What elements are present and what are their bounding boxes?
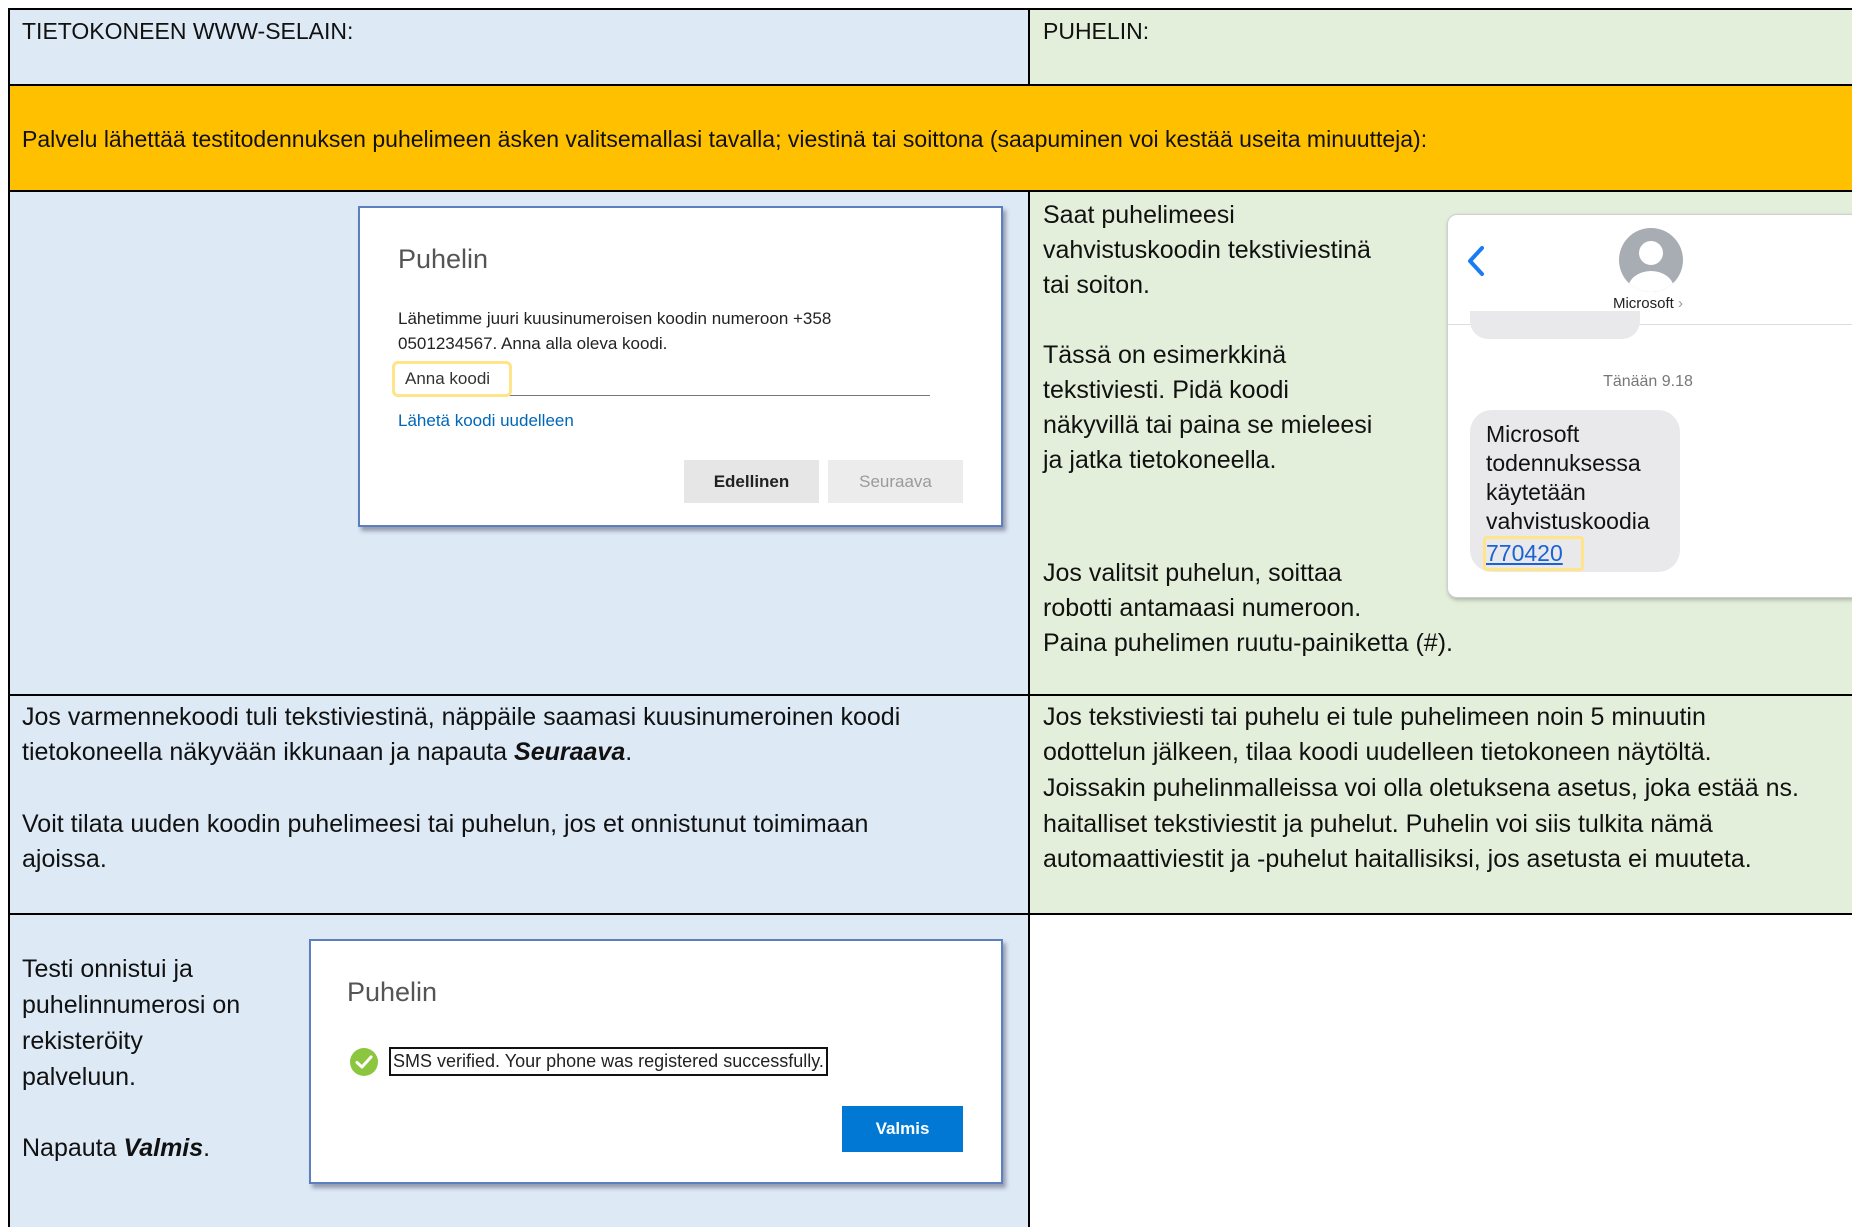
sender-name: Microsoft: [1612, 295, 1674, 312]
done-button[interactable]: Valmis: [842, 1106, 963, 1152]
back-button[interactable]: Edellinen: [684, 460, 819, 503]
next-button[interactable]: Seuraava: [828, 460, 963, 503]
left-instruction-p1-line2: tietokoneella näkyvään ikkunaan ja napau…: [22, 735, 632, 770]
dialog-message-line2: 0501234567. Anna alla oleva koodi.: [398, 334, 668, 353]
dialog-title: Puhelin: [398, 244, 489, 274]
phone-header: PUHELIN:: [1043, 18, 1150, 44]
sms-timestamp: Tänään 9.18: [1603, 373, 1693, 390]
header-right-cell: [1030, 10, 1852, 84]
success-line: Testi onnistui ja: [22, 955, 193, 983]
banner-text: Palvelu lähettää testitodennuksen puheli…: [22, 126, 1428, 152]
right-instruction-line: odottelun jälkeen, tilaa koodi uudelleen…: [1043, 738, 1712, 766]
tap-done-instruction: Napauta Valmis.: [22, 1131, 210, 1166]
instruction-line: robotti antamaasi numeroon.: [1043, 594, 1362, 622]
instruction-line: vahvistuskoodin tekstiviestinä: [1043, 236, 1371, 264]
sms-line: käytetään: [1486, 479, 1586, 505]
instruction-line: tai soiton.: [1043, 271, 1151, 299]
check-circle-icon: [349, 1047, 379, 1082]
table-border-left: [8, 8, 10, 1227]
sms-screenshot: Microsoft › Tänään 9.18 Microsoft todenn…: [1447, 214, 1852, 598]
right-instruction-line: Joissakin puhelinmalleissa voi olla olet…: [1043, 774, 1799, 802]
sms-line: Microsoft: [1486, 421, 1580, 447]
left-instruction-p2-line2: ajoissa.: [22, 845, 107, 873]
browser-header: TIETOKONEEN WWW-SELAIN:: [22, 18, 354, 44]
right-instruction-line: haitalliset tekstiviestit ja puhelut. Pu…: [1043, 810, 1713, 838]
instruction-line: Tässä on esimerkkinä: [1043, 341, 1287, 369]
table-border: [9, 84, 1852, 86]
left-instruction-p2-line1: Voit tilata uuden koodin puhelimeesi tai…: [22, 810, 869, 838]
table-border: [9, 913, 1852, 915]
sms-sender[interactable]: Microsoft ›: [1448, 295, 1848, 312]
instruction-line: Saat puhelimeesi: [1043, 201, 1235, 229]
success-line: rekisteröity: [22, 1027, 143, 1055]
success-dialog: Puhelin SMS verified. Your phone was reg…: [309, 939, 1003, 1184]
table-border-middle: [1028, 8, 1030, 86]
success-line: palveluun.: [22, 1063, 136, 1091]
sms-bubble: Microsoft todennuksessa käytetään vahvis…: [1470, 410, 1680, 572]
code-input-placeholder[interactable]: Anna koodi: [392, 361, 512, 397]
chevron-right-icon: ›: [1673, 295, 1683, 312]
line-text: .: [203, 1134, 211, 1162]
next-emphasis: Seuraava: [514, 738, 626, 766]
line-text: Napauta: [22, 1134, 124, 1162]
previous-bubble-edge: [1470, 311, 1640, 339]
row5-right-cell: [1030, 915, 1852, 1227]
table-border-top: [9, 8, 1852, 10]
line-text: tietokoneella näkyvään ikkunaan ja napau…: [22, 738, 515, 766]
dialog-message-line1: Lähetimme juuri kuusinumeroisen koodin n…: [398, 309, 832, 328]
person-avatar-icon: [1618, 227, 1684, 298]
chevron-left-icon[interactable]: [1466, 245, 1486, 282]
line-text: .: [625, 738, 633, 766]
table-border: [9, 190, 1852, 192]
done-emphasis: Valmis: [123, 1134, 204, 1162]
sms-line: todennuksessa: [1486, 450, 1641, 476]
left-instruction-p1-line1: Jos varmennekoodi tuli tekstiviestinä, n…: [22, 703, 901, 731]
instruction-line: Paina puhelimen ruutu-painiketta (#).: [1043, 629, 1453, 657]
sms-code-link[interactable]: 770420: [1486, 540, 1563, 566]
sms-code-highlight: 770420: [1483, 536, 1584, 571]
sms-line: vahvistuskoodia: [1486, 508, 1650, 534]
instruction-line: tekstiviesti. Pidä koodi: [1043, 376, 1289, 404]
success-line: puhelinnumerosi on: [22, 991, 241, 1019]
instruction-line: näkyvillä tai paina se mieleesi: [1043, 411, 1373, 439]
dialog-title: Puhelin: [347, 977, 438, 1007]
right-instruction-line: automaattiviestit ja -puhelut haitallisi…: [1043, 845, 1752, 873]
resend-code-link[interactable]: Lähetä koodi uudelleen: [398, 411, 574, 431]
code-dialog: Puhelin Lähetimme juuri kuusinumeroisen …: [358, 206, 1003, 527]
instruction-line: ja jatka tietokoneella.: [1043, 446, 1277, 474]
table-border-middle: [1028, 190, 1030, 1227]
verified-message: SMS verified. Your phone was registered …: [389, 1047, 828, 1076]
instruction-line: Jos valitsit puhelun, soittaa: [1043, 559, 1342, 587]
right-instruction-line: Jos tekstiviesti tai puhelu ei tule puhe…: [1043, 703, 1706, 731]
table-border: [9, 694, 1852, 696]
